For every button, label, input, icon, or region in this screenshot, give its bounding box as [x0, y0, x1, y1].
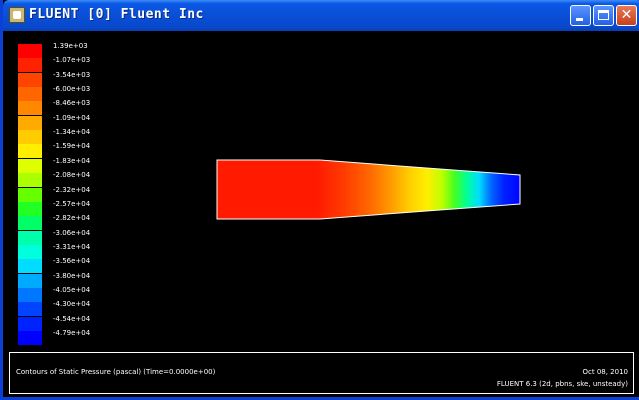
graphics-canvas[interactable]: 1.39e+03 -1.07e+03 -3.54e+03 -6.00e+03 -8.46…: [6, 31, 639, 397]
fluent-window: FLUENT [0] Fluent Inc ✕ 1.39e+03 -1.07e+0…: [0, 0, 639, 400]
plot-date: Oct 08, 2010: [582, 368, 629, 376]
nozzle-domain: [216, 159, 521, 220]
app-icon[interactable]: [9, 7, 25, 23]
close-icon: ✕: [620, 7, 633, 23]
maximize-button[interactable]: [593, 5, 614, 26]
contour-plot[interactable]: [6, 31, 639, 351]
plot-caption: Contours of Static Pressure (pascal) (Ti…: [16, 368, 216, 376]
solver-info: FLUENT 6.3 (2d, pbns, ske, unsteady): [496, 380, 628, 388]
window-title: FLUENT [0] Fluent Inc: [29, 7, 204, 22]
minimize-button[interactable]: [570, 5, 591, 26]
title-bar[interactable]: FLUENT [0] Fluent Inc ✕: [3, 0, 639, 31]
info-panel: Contours of Static Pressure (pascal) (Ti…: [9, 352, 634, 394]
close-button[interactable]: ✕: [616, 5, 637, 26]
